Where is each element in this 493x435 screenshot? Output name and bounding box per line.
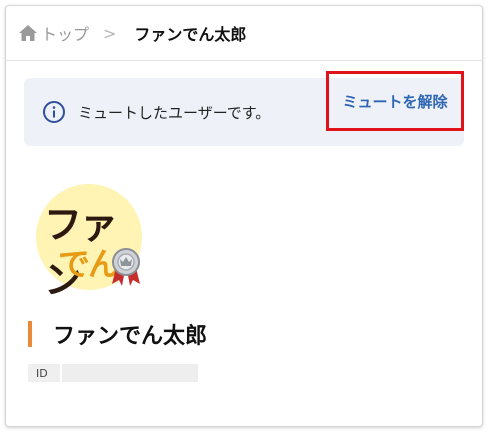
breadcrumb-current: ファンでん太郎 <box>134 25 247 44</box>
breadcrumb: トップ > ファンでん太郎 <box>6 6 482 61</box>
profile-name: ファンでん太郎 <box>53 324 208 349</box>
id-label: ID <box>28 364 60 382</box>
silver-medal-icon <box>106 246 146 288</box>
home-icon <box>18 24 38 42</box>
muted-user-notice: ミュートしたユーザーです。 ミュートを解除 <box>24 71 464 146</box>
breadcrumb-separator: > <box>103 23 117 43</box>
id-value <box>62 364 198 382</box>
name-accent-bar <box>28 321 32 347</box>
unmute-button[interactable]: ミュートを解除 <box>342 91 447 112</box>
breadcrumb-home-label: トップ <box>41 25 90 44</box>
info-icon <box>42 100 66 124</box>
profile-card: トップ > ファンでん太郎 ミュートしたユーザーです。 ミュートを解除 ファン … <box>5 5 483 427</box>
unmute-highlight: ミュートを解除 <box>326 71 464 131</box>
profile-name-row: ファンでん太郎 <box>28 318 207 350</box>
breadcrumb-home-link[interactable]: トップ <box>18 21 89 45</box>
user-id-row: ID <box>28 364 198 382</box>
